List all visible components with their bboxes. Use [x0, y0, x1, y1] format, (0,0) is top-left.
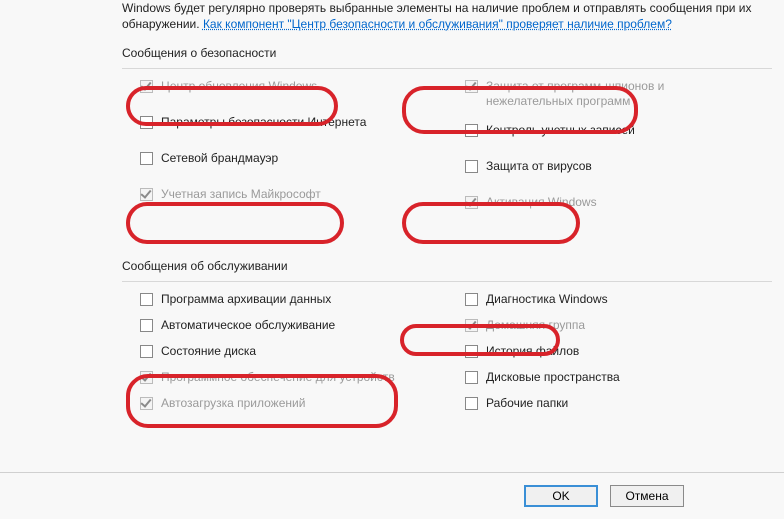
checkbox-activation [465, 196, 478, 209]
opt-disk-state[interactable]: Состояние диска [140, 344, 447, 366]
checkbox-uac[interactable] [465, 124, 478, 137]
checkbox-file-history[interactable] [465, 345, 478, 358]
opt-ms-account: Учетная запись Майкрософт [140, 187, 447, 209]
label-device-software: Программное обеспечение для устройств [161, 370, 395, 385]
label-homegroup: Домашняя группа [486, 318, 585, 333]
opt-device-software: Программное обеспечение для устройств [140, 370, 447, 392]
checkbox-work-folders[interactable] [465, 397, 478, 410]
opt-win-diag[interactable]: Диагностика Windows [465, 292, 772, 314]
opt-homegroup: Домашняя группа [465, 318, 772, 340]
checkbox-backup[interactable] [140, 293, 153, 306]
label-storage-spaces: Дисковые пространства [486, 370, 620, 385]
label-uac: Контроль учетных записей [486, 123, 635, 138]
checkbox-firewall[interactable] [140, 152, 153, 165]
label-firewall: Сетевой брандмауэр [161, 151, 278, 166]
intro-text: Windows будет регулярно проверять выбран… [122, 0, 772, 32]
checkbox-ie-security[interactable] [140, 116, 153, 129]
opt-ie-security[interactable]: Параметры безопасности Интернета [140, 115, 447, 137]
label-ie-security: Параметры безопасности Интернета [161, 115, 366, 130]
checkbox-disk-state[interactable] [140, 345, 153, 358]
checkbox-win-update [140, 80, 153, 93]
opt-firewall[interactable]: Сетевой брандмауэр [140, 151, 447, 173]
checkbox-spyware [465, 80, 478, 93]
checkbox-homegroup [465, 319, 478, 332]
opt-auto-maint[interactable]: Автоматическое обслуживание [140, 318, 447, 340]
opt-backup[interactable]: Программа архивации данных [140, 292, 447, 314]
label-spyware: Защита от программ-шпионов и нежелательн… [486, 79, 746, 109]
opt-work-folders[interactable]: Рабочие папки [465, 396, 772, 418]
label-ms-account: Учетная запись Майкрософт [161, 187, 321, 202]
opt-startup-apps: Автозагрузка приложений [140, 396, 447, 418]
label-disk-state: Состояние диска [161, 344, 256, 359]
opt-file-history[interactable]: История файлов [465, 344, 772, 366]
checkbox-storage-spaces[interactable] [465, 371, 478, 384]
checkbox-win-diag[interactable] [465, 293, 478, 306]
checkbox-auto-maint[interactable] [140, 319, 153, 332]
checkbox-antivirus[interactable] [465, 160, 478, 173]
label-activation: Активация Windows [486, 195, 597, 210]
label-win-diag: Диагностика Windows [486, 292, 608, 307]
opt-win-update: Центр обновления Windows [140, 79, 447, 101]
checkbox-ms-account [140, 188, 153, 201]
checkbox-startup-apps [140, 397, 153, 410]
opt-activation: Активация Windows [465, 195, 772, 217]
security-section-title: Сообщения о безопасности [122, 46, 772, 60]
cancel-button[interactable]: Отмена [610, 485, 684, 507]
opt-storage-spaces[interactable]: Дисковые пространства [465, 370, 772, 392]
divider [122, 68, 772, 69]
opt-antivirus[interactable]: Защита от вирусов [465, 159, 772, 181]
maintenance-section-title: Сообщения об обслуживании [122, 259, 772, 273]
divider [122, 281, 772, 282]
label-file-history: История файлов [486, 344, 579, 359]
checkbox-device-software [140, 371, 153, 384]
opt-uac[interactable]: Контроль учетных записей [465, 123, 772, 145]
label-antivirus: Защита от вирусов [486, 159, 592, 174]
label-backup: Программа архивации данных [161, 292, 331, 307]
label-startup-apps: Автозагрузка приложений [161, 396, 305, 411]
label-work-folders: Рабочие папки [486, 396, 568, 411]
ok-button[interactable]: OK [524, 485, 598, 507]
label-auto-maint: Автоматическое обслуживание [161, 318, 335, 333]
intro-help-link[interactable]: Как компонент "Центр безопасности и обсл… [203, 17, 672, 31]
opt-spyware: Защита от программ-шпионов и нежелательн… [465, 79, 772, 109]
label-win-update: Центр обновления Windows [161, 79, 317, 94]
